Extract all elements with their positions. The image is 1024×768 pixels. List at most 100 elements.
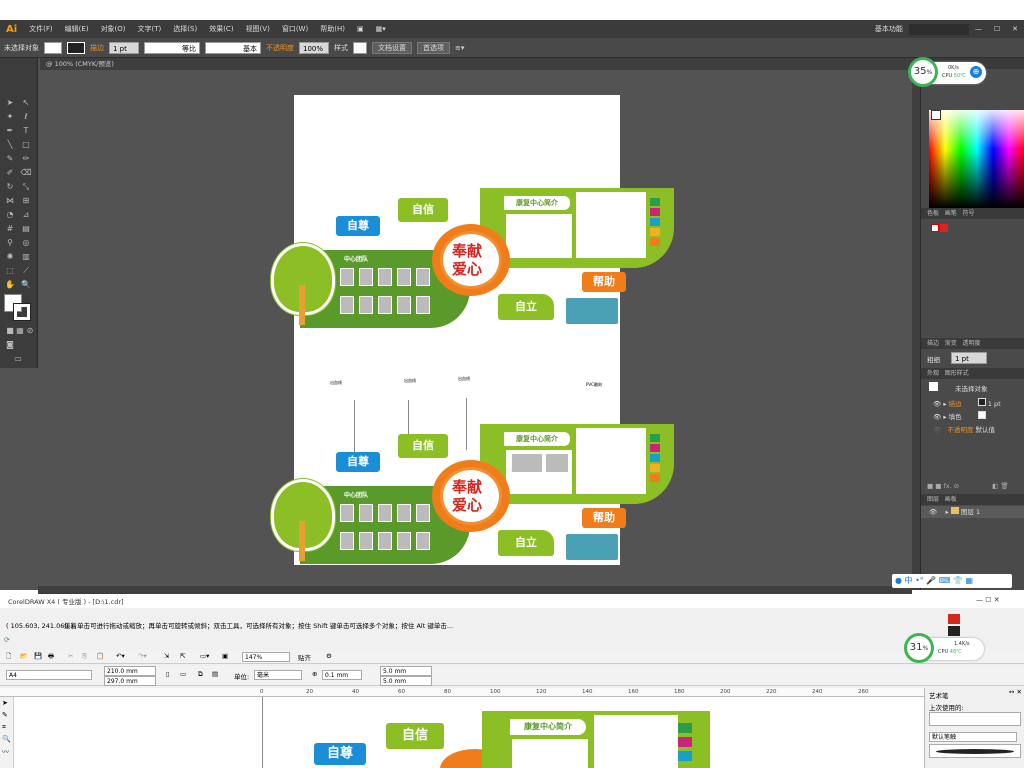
- menu-type[interactable]: 文字(T): [132, 24, 168, 34]
- eye-icon[interactable]: 👁: [933, 413, 941, 421]
- tab-layers[interactable]: 图层: [927, 496, 939, 503]
- magic-wand-icon[interactable]: ✦: [4, 112, 16, 122]
- eye-icon[interactable]: 👁: [929, 508, 937, 516]
- copy-icon[interactable]: ⎘: [82, 652, 87, 661]
- color-panel-swatch[interactable]: [931, 110, 941, 120]
- mesh-tool-icon[interactable]: #: [4, 224, 16, 234]
- eye-icon[interactable]: 👁: [933, 400, 941, 408]
- preset-select[interactable]: 默认笔触: [929, 732, 1017, 742]
- appearance-stroke-row[interactable]: 👁 ▸ 描边 1 pt: [933, 398, 1001, 408]
- appearance-footer-icons[interactable]: ■ ■ fx. ⊘ ◧ 🗑: [927, 482, 1009, 490]
- drawing-canvas[interactable]: 自尊 自信 康复中心简介: [14, 697, 924, 768]
- tab-graphic-styles[interactable]: 图形样式: [945, 370, 969, 377]
- language-icon[interactable]: 中: [905, 576, 913, 585]
- style-picker[interactable]: [353, 41, 367, 54]
- system-monitor[interactable]: 35% 0K/s CPU 50℃ ⊕: [908, 57, 986, 87]
- minimize-icon[interactable]: —: [969, 25, 988, 33]
- vertical-scrollbar[interactable]: [912, 70, 920, 590]
- perspective-grid-icon[interactable]: ⊿: [20, 210, 32, 220]
- screen-mode-icon[interactable]: ▭: [12, 354, 24, 364]
- blend-tool-icon[interactable]: ◎: [20, 238, 32, 248]
- layer-row[interactable]: 👁 ▸ 图层 1: [921, 506, 1024, 518]
- draw-mode-icon[interactable]: ◙: [4, 340, 16, 350]
- stroke-color-chip[interactable]: [977, 398, 986, 406]
- export-icon[interactable]: ⇱: [180, 652, 185, 660]
- all-pages-icon[interactable]: ⧉: [198, 670, 203, 679]
- rectangle-tool-icon[interactable]: □: [20, 140, 32, 150]
- print-icon[interactable]: 🖶: [48, 652, 54, 663]
- type-tool-icon[interactable]: T: [20, 126, 32, 136]
- application-launcher-icon[interactable]: ▭▾: [200, 652, 209, 660]
- weight-field[interactable]: 1 pt: [951, 352, 987, 364]
- workspace-switcher[interactable]: 基本功能: [869, 24, 909, 34]
- portrait-icon[interactable]: ▯: [166, 670, 170, 678]
- units-select[interactable]: 毫米: [254, 670, 302, 680]
- import-icon[interactable]: ⇲: [164, 652, 169, 660]
- duplicate-y-field[interactable]: 5.0 mm: [380, 676, 432, 686]
- snap-to-button[interactable]: 贴齐: [298, 652, 311, 662]
- skin-icon[interactable]: 👕: [953, 576, 963, 585]
- pencil-icon[interactable]: ✏: [20, 154, 32, 164]
- shape-tool-icon[interactable]: ✎: [2, 711, 8, 719]
- artboard[interactable]: [294, 95, 620, 565]
- zoom-tool-icon[interactable]: 🔍: [2, 735, 11, 743]
- fill-color-chip[interactable]: [977, 411, 986, 419]
- none-swatch[interactable]: [931, 224, 939, 232]
- toolbox-icon[interactable]: ▦: [965, 576, 973, 585]
- color-indicator[interactable]: [948, 626, 960, 636]
- user-icon[interactable]: ●: [895, 576, 902, 585]
- refresh-icon[interactable]: ⟳: [4, 636, 10, 644]
- variable-width-profile[interactable]: 等比: [144, 41, 200, 54]
- menu-edit[interactable]: 编辑(E): [59, 24, 95, 34]
- eyedropper-icon[interactable]: ⚲: [4, 238, 16, 248]
- search-field[interactable]: [908, 23, 969, 35]
- registration-swatch[interactable]: [940, 224, 948, 232]
- appearance-opacity-row[interactable]: 👁 不透明度 默认值: [933, 424, 995, 434]
- freehand-tool-icon[interactable]: 〰: [2, 747, 9, 757]
- zoom-tool-icon[interactable]: 🔍: [20, 280, 32, 290]
- hand-tool-icon[interactable]: ✋: [4, 280, 16, 290]
- scale-tool-icon[interactable]: ⤡: [20, 182, 32, 192]
- direct-selection-tool-icon[interactable]: ↖: [20, 98, 32, 108]
- horizontal-ruler[interactable]: 0 20 40 60 80 100 120 140 160 180 200 220 240 260: [0, 688, 924, 697]
- menu-object[interactable]: 对象(O): [95, 24, 132, 34]
- recent-strokes-list[interactable]: [929, 712, 1021, 726]
- document-setup-button[interactable]: 文档设置: [372, 41, 412, 54]
- save-icon[interactable]: 💾: [34, 652, 42, 660]
- microphone-icon[interactable]: 🎤: [926, 576, 936, 585]
- maximize-icon[interactable]: ☐: [988, 25, 1006, 33]
- page-size-select[interactable]: A4: [6, 670, 92, 680]
- tab-gradient[interactable]: 渐变: [945, 340, 957, 347]
- selection-tool-icon[interactable]: ➤: [4, 98, 16, 108]
- boost-icon[interactable]: ⊕: [970, 66, 982, 78]
- horizontal-scrollbar[interactable]: [38, 586, 912, 594]
- gradient-tool-icon[interactable]: ▤: [20, 224, 32, 234]
- menu-file[interactable]: 文件(F): [23, 24, 59, 34]
- stroke-weight-field[interactable]: 1 pt: [109, 41, 139, 54]
- system-monitor[interactable]: 31% 1.4K/s CPU 48℃: [904, 633, 984, 663]
- cut-icon[interactable]: ✂: [68, 652, 73, 660]
- menu-effect[interactable]: 效果(C): [203, 24, 239, 34]
- brush-definition[interactable]: 基本: [205, 41, 261, 54]
- options-icon[interactable]: ⚙: [326, 652, 332, 660]
- rotate-tool-icon[interactable]: ↻: [4, 182, 16, 192]
- menu-view[interactable]: 视图(V): [240, 24, 276, 34]
- duplicate-x-field[interactable]: 5.0 mm: [380, 666, 432, 676]
- pick-tool-icon[interactable]: ➤: [2, 699, 8, 707]
- welcome-screen-icon[interactable]: ▣: [222, 652, 228, 660]
- redo-icon[interactable]: ↷▾: [138, 652, 147, 660]
- line-tool-icon[interactable]: ╲: [4, 140, 16, 150]
- current-page-icon[interactable]: ▤: [212, 670, 218, 678]
- color-indicator[interactable]: [948, 614, 960, 624]
- keyboard-icon[interactable]: ⌨: [939, 576, 951, 585]
- free-transform-icon[interactable]: ⊞: [20, 196, 32, 206]
- nudge-distance-field[interactable]: 0.1 mm: [322, 670, 362, 680]
- crop-tool-icon[interactable]: ⌗: [2, 723, 6, 732]
- tab-symbols[interactable]: 符号: [963, 210, 975, 217]
- fill-swatch[interactable]: [44, 41, 62, 54]
- appearance-fill-row[interactable]: 👁 ▸ 填色: [933, 411, 986, 421]
- punctuation-icon[interactable]: •°: [915, 576, 924, 585]
- tab-stroke[interactable]: 描边: [927, 340, 939, 347]
- arrange-icon[interactable]: ▦▾: [370, 25, 392, 33]
- tab-brushes[interactable]: 画笔: [945, 210, 957, 217]
